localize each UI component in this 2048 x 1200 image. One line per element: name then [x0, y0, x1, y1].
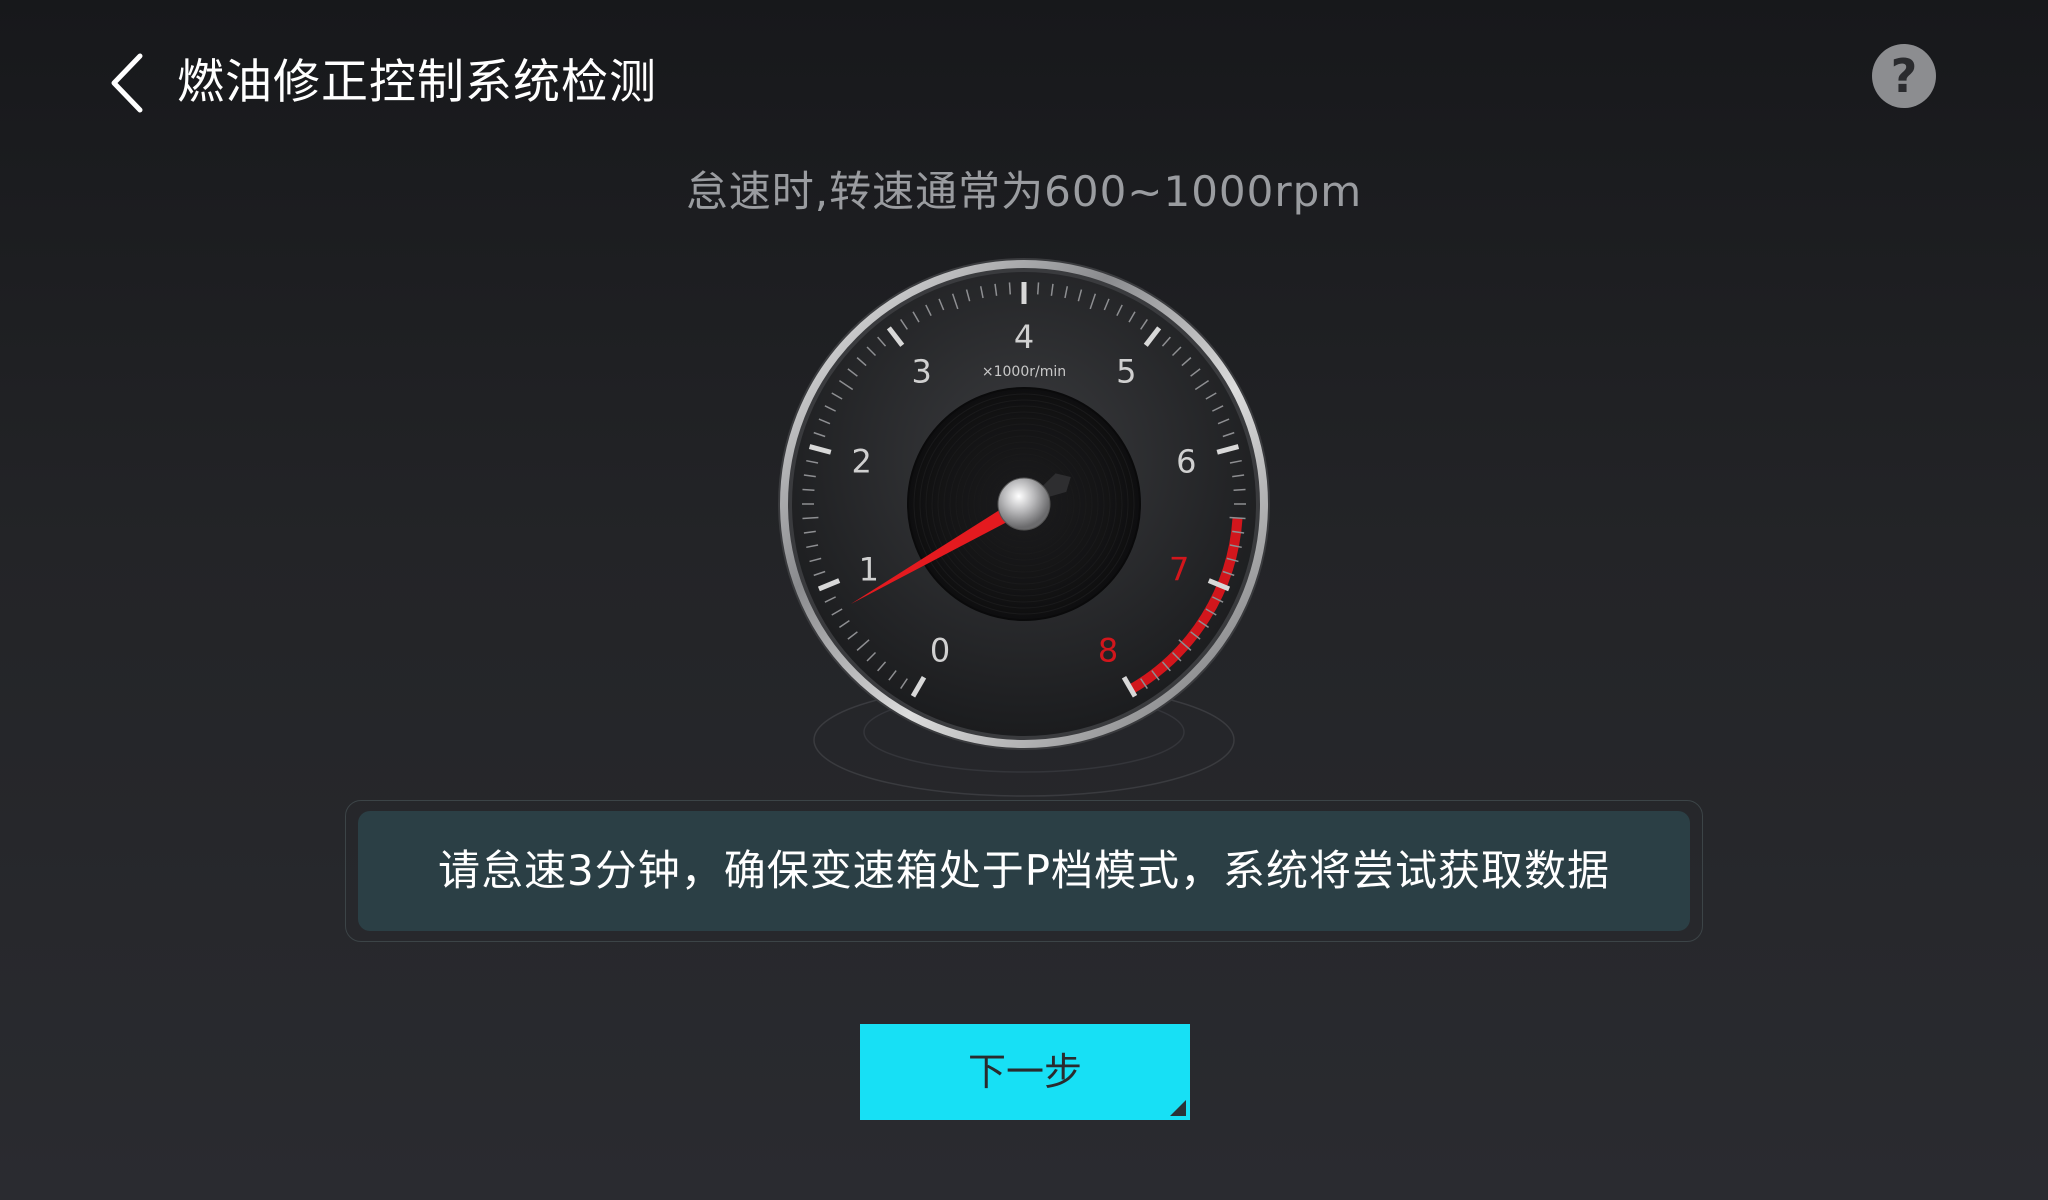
help-button[interactable]: ? [1872, 44, 1936, 108]
tick-label: 0 [930, 631, 950, 669]
fuel-trim-check-screen: 燃油修正控制系统检测 ? 怠速时,转速通常为600~1000rpm 0 1 2 … [0, 0, 2048, 1200]
instruction-text: 请怠速3分钟，确保变速箱处于P档模式，系统将尝试获取数据 [437, 846, 1611, 895]
instruction-panel: 请怠速3分钟，确保变速箱处于P档模式，系统将尝试获取数据 [345, 800, 1703, 942]
chevron-left-icon [111, 53, 143, 113]
back-button[interactable] [100, 48, 160, 118]
corner-triangle-icon [1170, 1100, 1186, 1116]
tick-label: 1 [859, 550, 879, 588]
gauge-unit-label: ×1000r/min [982, 364, 1066, 380]
tick-label: 8 [1098, 631, 1118, 669]
instruction-panel-inner: 请怠速3分钟，确保变速箱处于P档模式，系统将尝试获取数据 [358, 811, 1690, 931]
tachometer-gauge: 0 1 2 3 4 5 6 7 8 ×1000r/min [760, 252, 1288, 812]
question-icon: ? [1890, 49, 1918, 103]
tick-label: 3 [912, 353, 932, 391]
minor-tick [802, 516, 819, 520]
minor-tick [1233, 488, 1246, 492]
minor-tick [802, 488, 815, 492]
needle-hub [997, 477, 1051, 531]
tick-label: 4 [1014, 318, 1034, 356]
minor-tick [1229, 516, 1246, 520]
tachometer-svg: 0 1 2 3 4 5 6 7 8 ×1000r/min [778, 258, 1270, 797]
minor-tick [1036, 282, 1040, 295]
tick-label: 2 [852, 443, 872, 481]
tick-label: 6 [1176, 443, 1196, 481]
minor-tick [1008, 282, 1012, 295]
tick-label: 7 [1169, 550, 1189, 588]
idle-rpm-hint: 怠速时,转速通常为600~1000rpm [685, 167, 1363, 216]
page-title: 燃油修正控制系统检测 [177, 55, 657, 110]
tick-label: 5 [1116, 353, 1136, 391]
next-step-button[interactable]: 下一步 [860, 1024, 1190, 1120]
next-step-label: 下一步 [967, 1050, 1082, 1094]
